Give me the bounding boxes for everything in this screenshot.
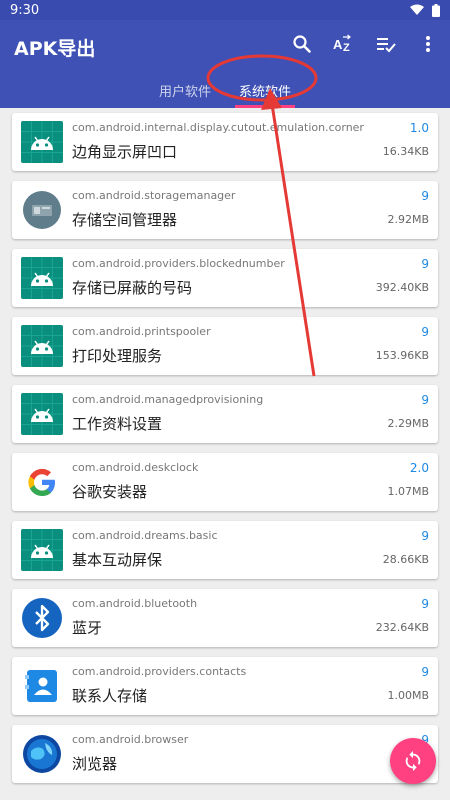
toolbar-actions: AZ bbox=[290, 32, 440, 56]
app-list-item[interactable]: com.android.deskclock 谷歌安装器 2.0 1.07MB bbox=[12, 453, 438, 511]
app-package-name: com.android.internal.display.cutout.emul… bbox=[72, 121, 364, 134]
app-list-item[interactable]: com.android.internal.display.cutout.emul… bbox=[12, 113, 438, 171]
tab-bar: 用户软件 系统软件 bbox=[0, 72, 450, 108]
search-button[interactable] bbox=[290, 32, 314, 56]
status-time: 9:30 bbox=[10, 2, 40, 18]
sort-button[interactable]: AZ bbox=[332, 32, 356, 56]
sync-icon bbox=[405, 750, 421, 772]
google-icon bbox=[21, 461, 63, 503]
app-label: 谷歌安装器 bbox=[72, 483, 148, 501]
app-version: 9 bbox=[421, 257, 429, 271]
status-icons bbox=[410, 3, 440, 17]
app-size: 1.00MB bbox=[387, 689, 429, 702]
app-label: 蓝牙 bbox=[72, 619, 103, 637]
tab-system-apps[interactable]: 系统软件 bbox=[229, 72, 301, 108]
app-size: 392.40KB bbox=[375, 281, 429, 294]
app-label: 浏览器 bbox=[72, 755, 118, 773]
app-package-name: com.android.printspooler bbox=[72, 325, 211, 338]
app-size: 28.66KB bbox=[382, 553, 429, 566]
app-label: 联系人存储 bbox=[72, 687, 148, 705]
app-list-item[interactable]: com.android.providers.blockednumber 存储已屏… bbox=[12, 249, 438, 307]
tab-user-apps[interactable]: 用户软件 bbox=[149, 72, 221, 108]
app-list[interactable]: com.android.internal.display.cutout.emul… bbox=[0, 108, 450, 800]
refresh-fab[interactable] bbox=[390, 738, 436, 784]
more-options-button[interactable] bbox=[416, 32, 440, 56]
android-icon bbox=[21, 393, 63, 435]
app-version: 9 bbox=[421, 325, 429, 339]
app-list-item[interactable]: com.android.printspooler 打印处理服务 9 153.96… bbox=[12, 317, 438, 375]
checklist-icon bbox=[377, 38, 396, 53]
app-list-item[interactable]: com.android.providers.contacts 联系人存储 9 1… bbox=[12, 657, 438, 715]
android-icon bbox=[21, 529, 63, 571]
app-package-name: com.android.deskclock bbox=[72, 461, 199, 474]
app-version: 9 bbox=[421, 189, 429, 203]
bluetooth-icon bbox=[21, 597, 63, 639]
app-size: 1.07MB bbox=[387, 485, 429, 498]
app-label: 基本互动屏保 bbox=[72, 551, 163, 569]
contacts-icon bbox=[21, 665, 63, 707]
app-package-name: com.android.managedprovisioning bbox=[72, 393, 264, 406]
app-size: 2.29MB bbox=[387, 417, 429, 430]
status-bar: 9:30 bbox=[0, 0, 450, 20]
storage-icon bbox=[21, 189, 63, 231]
app-label: 打印处理服务 bbox=[72, 347, 163, 365]
app-size: 2.92MB bbox=[387, 213, 429, 226]
browser-icon bbox=[21, 733, 63, 775]
app-package-name: com.android.dreams.basic bbox=[72, 529, 218, 542]
app-package-name: com.android.browser bbox=[72, 733, 189, 746]
app-list-item[interactable]: com.android.dreams.basic 基本互动屏保 9 28.66K… bbox=[12, 521, 438, 579]
svg-text:A: A bbox=[333, 37, 343, 52]
app-version: 9 bbox=[421, 665, 429, 679]
wifi-icon bbox=[410, 4, 424, 15]
app-list-item[interactable]: com.android.managedprovisioning 工作资料设置 9… bbox=[12, 385, 438, 443]
svg-text:Z: Z bbox=[343, 42, 350, 54]
app-list-item[interactable]: com.android.bluetooth 蓝牙 9 232.64KB bbox=[12, 589, 438, 647]
app-package-name: com.android.providers.blockednumber bbox=[72, 257, 285, 270]
android-icon bbox=[21, 121, 63, 163]
app-size: 153.96KB bbox=[375, 349, 429, 362]
app-size: 232.64KB bbox=[375, 621, 429, 634]
app-list-item[interactable]: com.android.storagemanager 存储空间管理器 9 2.9… bbox=[12, 181, 438, 239]
app-package-name: com.android.bluetooth bbox=[72, 597, 198, 610]
search-icon bbox=[293, 35, 311, 53]
more-vert-icon bbox=[426, 36, 430, 52]
app-version: 1.0 bbox=[409, 121, 429, 135]
app-version: 2.0 bbox=[409, 461, 429, 475]
app-label: 存储已屏蔽的号码 bbox=[72, 279, 193, 297]
app-title: APK导出 bbox=[14, 38, 96, 60]
app-version: 9 bbox=[421, 597, 429, 611]
app-size: 16.34KB bbox=[382, 145, 429, 158]
app-list-item[interactable]: com.android.browser 浏览器 9 bbox=[12, 725, 438, 783]
app-bar: APK导出 AZ 用户软件 系统软件 bbox=[0, 20, 450, 108]
app-version: 9 bbox=[421, 393, 429, 407]
app-version: 9 bbox=[421, 529, 429, 543]
app-package-name: com.android.providers.contacts bbox=[72, 665, 247, 678]
battery-icon bbox=[432, 3, 440, 17]
sort-az-icon: AZ bbox=[333, 34, 351, 54]
app-package-name: com.android.storagemanager bbox=[72, 189, 236, 202]
app-label: 存储空间管理器 bbox=[72, 211, 178, 229]
app-label: 工作资料设置 bbox=[72, 415, 163, 433]
app-label: 边角显示屏凹口 bbox=[72, 143, 178, 161]
select-all-button[interactable] bbox=[374, 32, 398, 56]
android-icon bbox=[21, 257, 63, 299]
android-icon bbox=[21, 325, 63, 367]
